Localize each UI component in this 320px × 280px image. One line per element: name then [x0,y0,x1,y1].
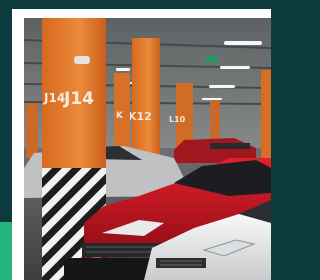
pillar-front-sensor [74,56,90,64]
pillar-label-middle-left: K [116,111,124,121]
parking-garage-photo: L10 K12 K J14 J14 [24,18,271,280]
accent-bar [0,222,12,280]
pillar-label-front-small: J14 [43,91,65,105]
exit-sign [206,56,218,62]
pillar-label-front-large: J14 [63,89,94,109]
pillar-label-back: L10 [169,115,186,124]
pillar-middle [132,38,160,156]
pillar-label-middle: K12 [128,110,152,123]
pillar-far-left [26,103,38,158]
pillar-right-edge [261,70,271,158]
